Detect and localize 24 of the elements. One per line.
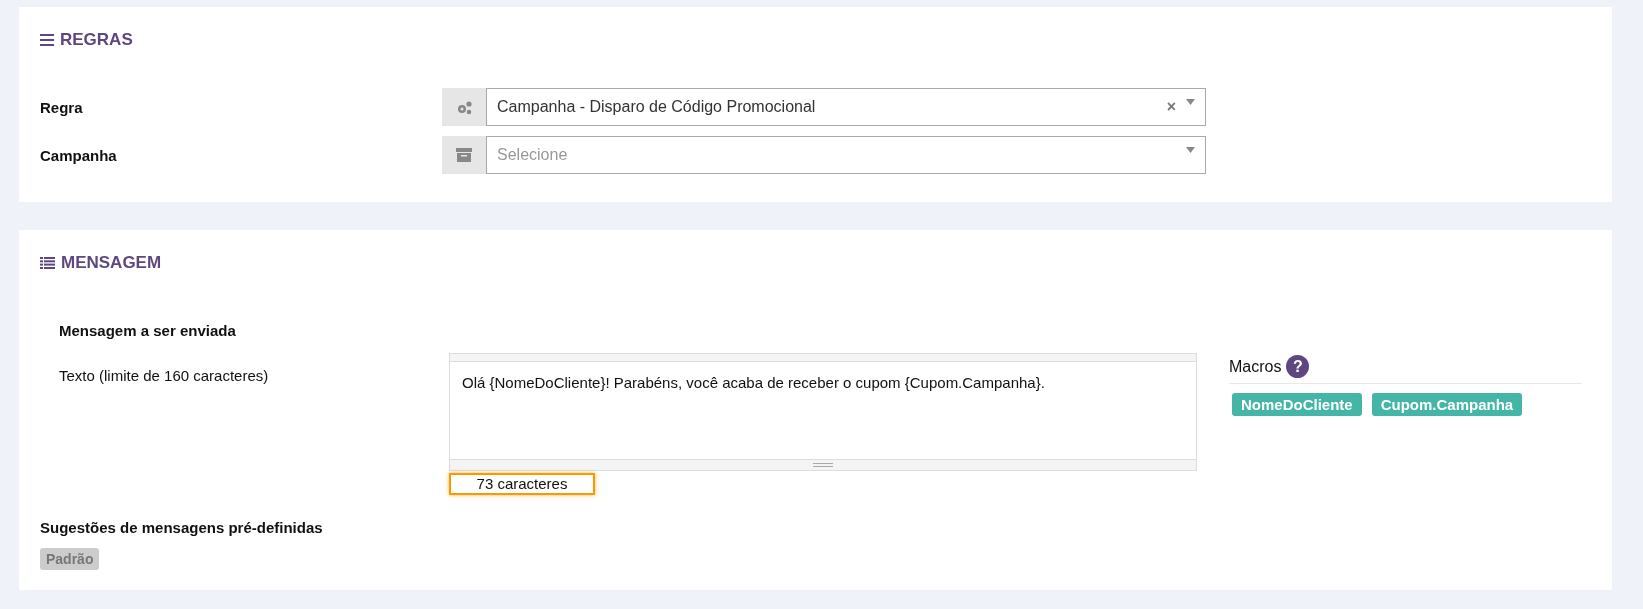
- field-label: Campanha: [40, 146, 118, 164]
- field-label: Regra: [40, 98, 84, 116]
- select-field[interactable]: Selecione: [486, 136, 1206, 174]
- caret-icon: [1186, 147, 1195, 153]
- section-label: Mensagem a ser enviada: [59, 322, 237, 339]
- help-icon[interactable]: ?: [1286, 355, 1310, 378]
- select-field[interactable]: Campanha - Disparo de Código Promocional ×: [486, 88, 1206, 126]
- gears-icon: [455, 99, 473, 115]
- caret-icon: [1186, 99, 1195, 105]
- section-title: REGRAS: [40, 30, 1591, 50]
- section-label: Sugestões de mensagens pré-definidas: [40, 519, 324, 536]
- message-textarea[interactable]: Olá {NomeDoCliente}! Parabéns, você acaba de receber o cupom {Cupom.Campanha}.: [449, 353, 1197, 471]
- macros-label: Macros: [1229, 357, 1282, 376]
- clear-icon[interactable]: ×: [1166, 98, 1176, 116]
- character-counter: 73 caracteres: [449, 473, 595, 495]
- list-icon: [40, 257, 55, 269]
- field-label: Texto (limite de 160 caracteres): [58, 367, 270, 384]
- section-title: MENSAGEM: [40, 253, 1591, 273]
- archive-icon: [456, 148, 472, 162]
- macro-tag[interactable]: NomeDoCliente: [1232, 393, 1362, 416]
- resize-handle-icon[interactable]: [813, 462, 833, 468]
- menu-icon: [40, 34, 54, 46]
- suggestion-tag[interactable]: Padrão: [40, 548, 100, 570]
- macro-tag[interactable]: Cupom.Campanha: [1371, 393, 1523, 416]
